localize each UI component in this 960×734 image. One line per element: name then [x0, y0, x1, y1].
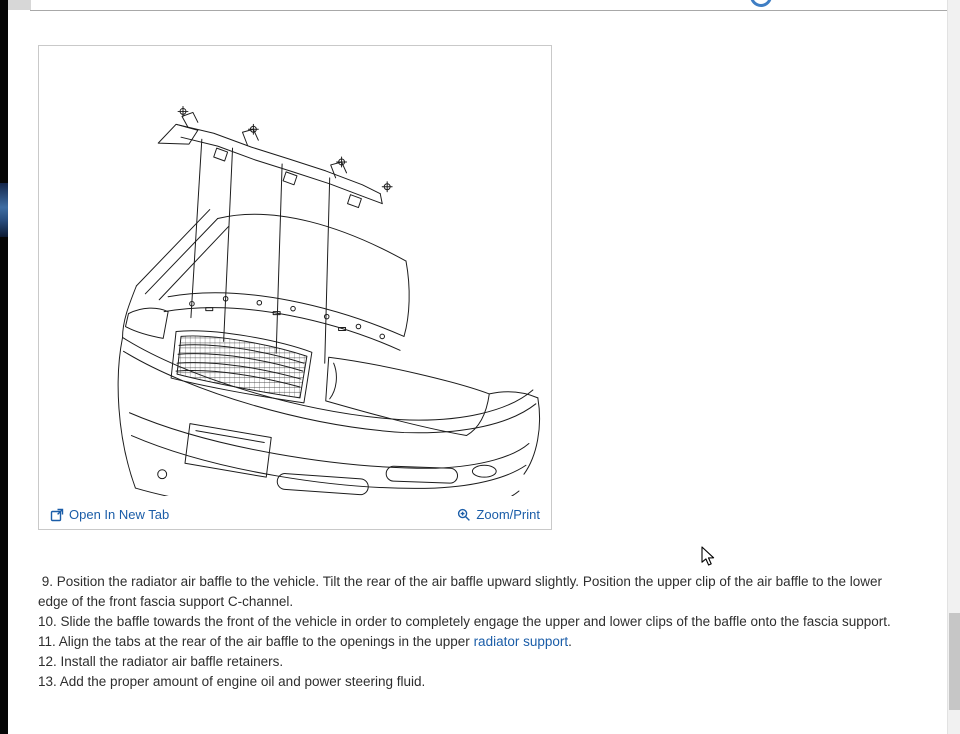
step-10: 10. Slide the baffle towards the front o…: [38, 612, 900, 632]
diagram-viewer-panel: Open In New Tab Zoom/Print: [38, 45, 552, 530]
scrollbar-thumb[interactable]: [949, 613, 960, 710]
top-left-gray-corner: [8, 0, 31, 10]
mouse-cursor: [701, 546, 717, 566]
open-in-new-tab-link[interactable]: Open In New Tab: [50, 507, 169, 522]
open-in-new-tab-label: Open In New Tab: [69, 507, 169, 522]
step-11-text: 11. Align the tabs at the rear of the ai…: [38, 634, 474, 649]
step-11-period: .: [568, 634, 572, 649]
clipped-header-icon[interactable]: [750, 0, 772, 7]
zoom-icon: [457, 508, 471, 522]
page: { "viewer": { "open_in_new_tab": "Open I…: [0, 0, 960, 734]
instruction-steps: 9. Position the radiator air baffle to t…: [38, 572, 900, 692]
step-11: 11. Align the tabs at the rear of the ai…: [38, 632, 900, 652]
step-9: 9. Position the radiator air baffle to t…: [38, 572, 900, 612]
viewer-footer: Open In New Tab Zoom/Print: [39, 507, 551, 522]
left-edge-glow: [0, 183, 8, 237]
clipped-header-icon-wrap: [748, 0, 778, 14]
open-in-new-tab-icon: [50, 508, 64, 522]
left-edge-strip: [0, 0, 8, 734]
radiator-support-link[interactable]: radiator support: [474, 634, 569, 649]
step-13: 13. Add the proper amount of engine oil …: [38, 672, 900, 692]
vehicle-diagram: [39, 48, 551, 496]
step-12: 12. Install the radiator air baffle reta…: [38, 652, 900, 672]
header-divider: [30, 10, 947, 11]
vertical-scrollbar[interactable]: [947, 0, 960, 734]
zoom-print-link[interactable]: Zoom/Print: [457, 507, 540, 522]
zoom-print-label: Zoom/Print: [476, 507, 540, 522]
